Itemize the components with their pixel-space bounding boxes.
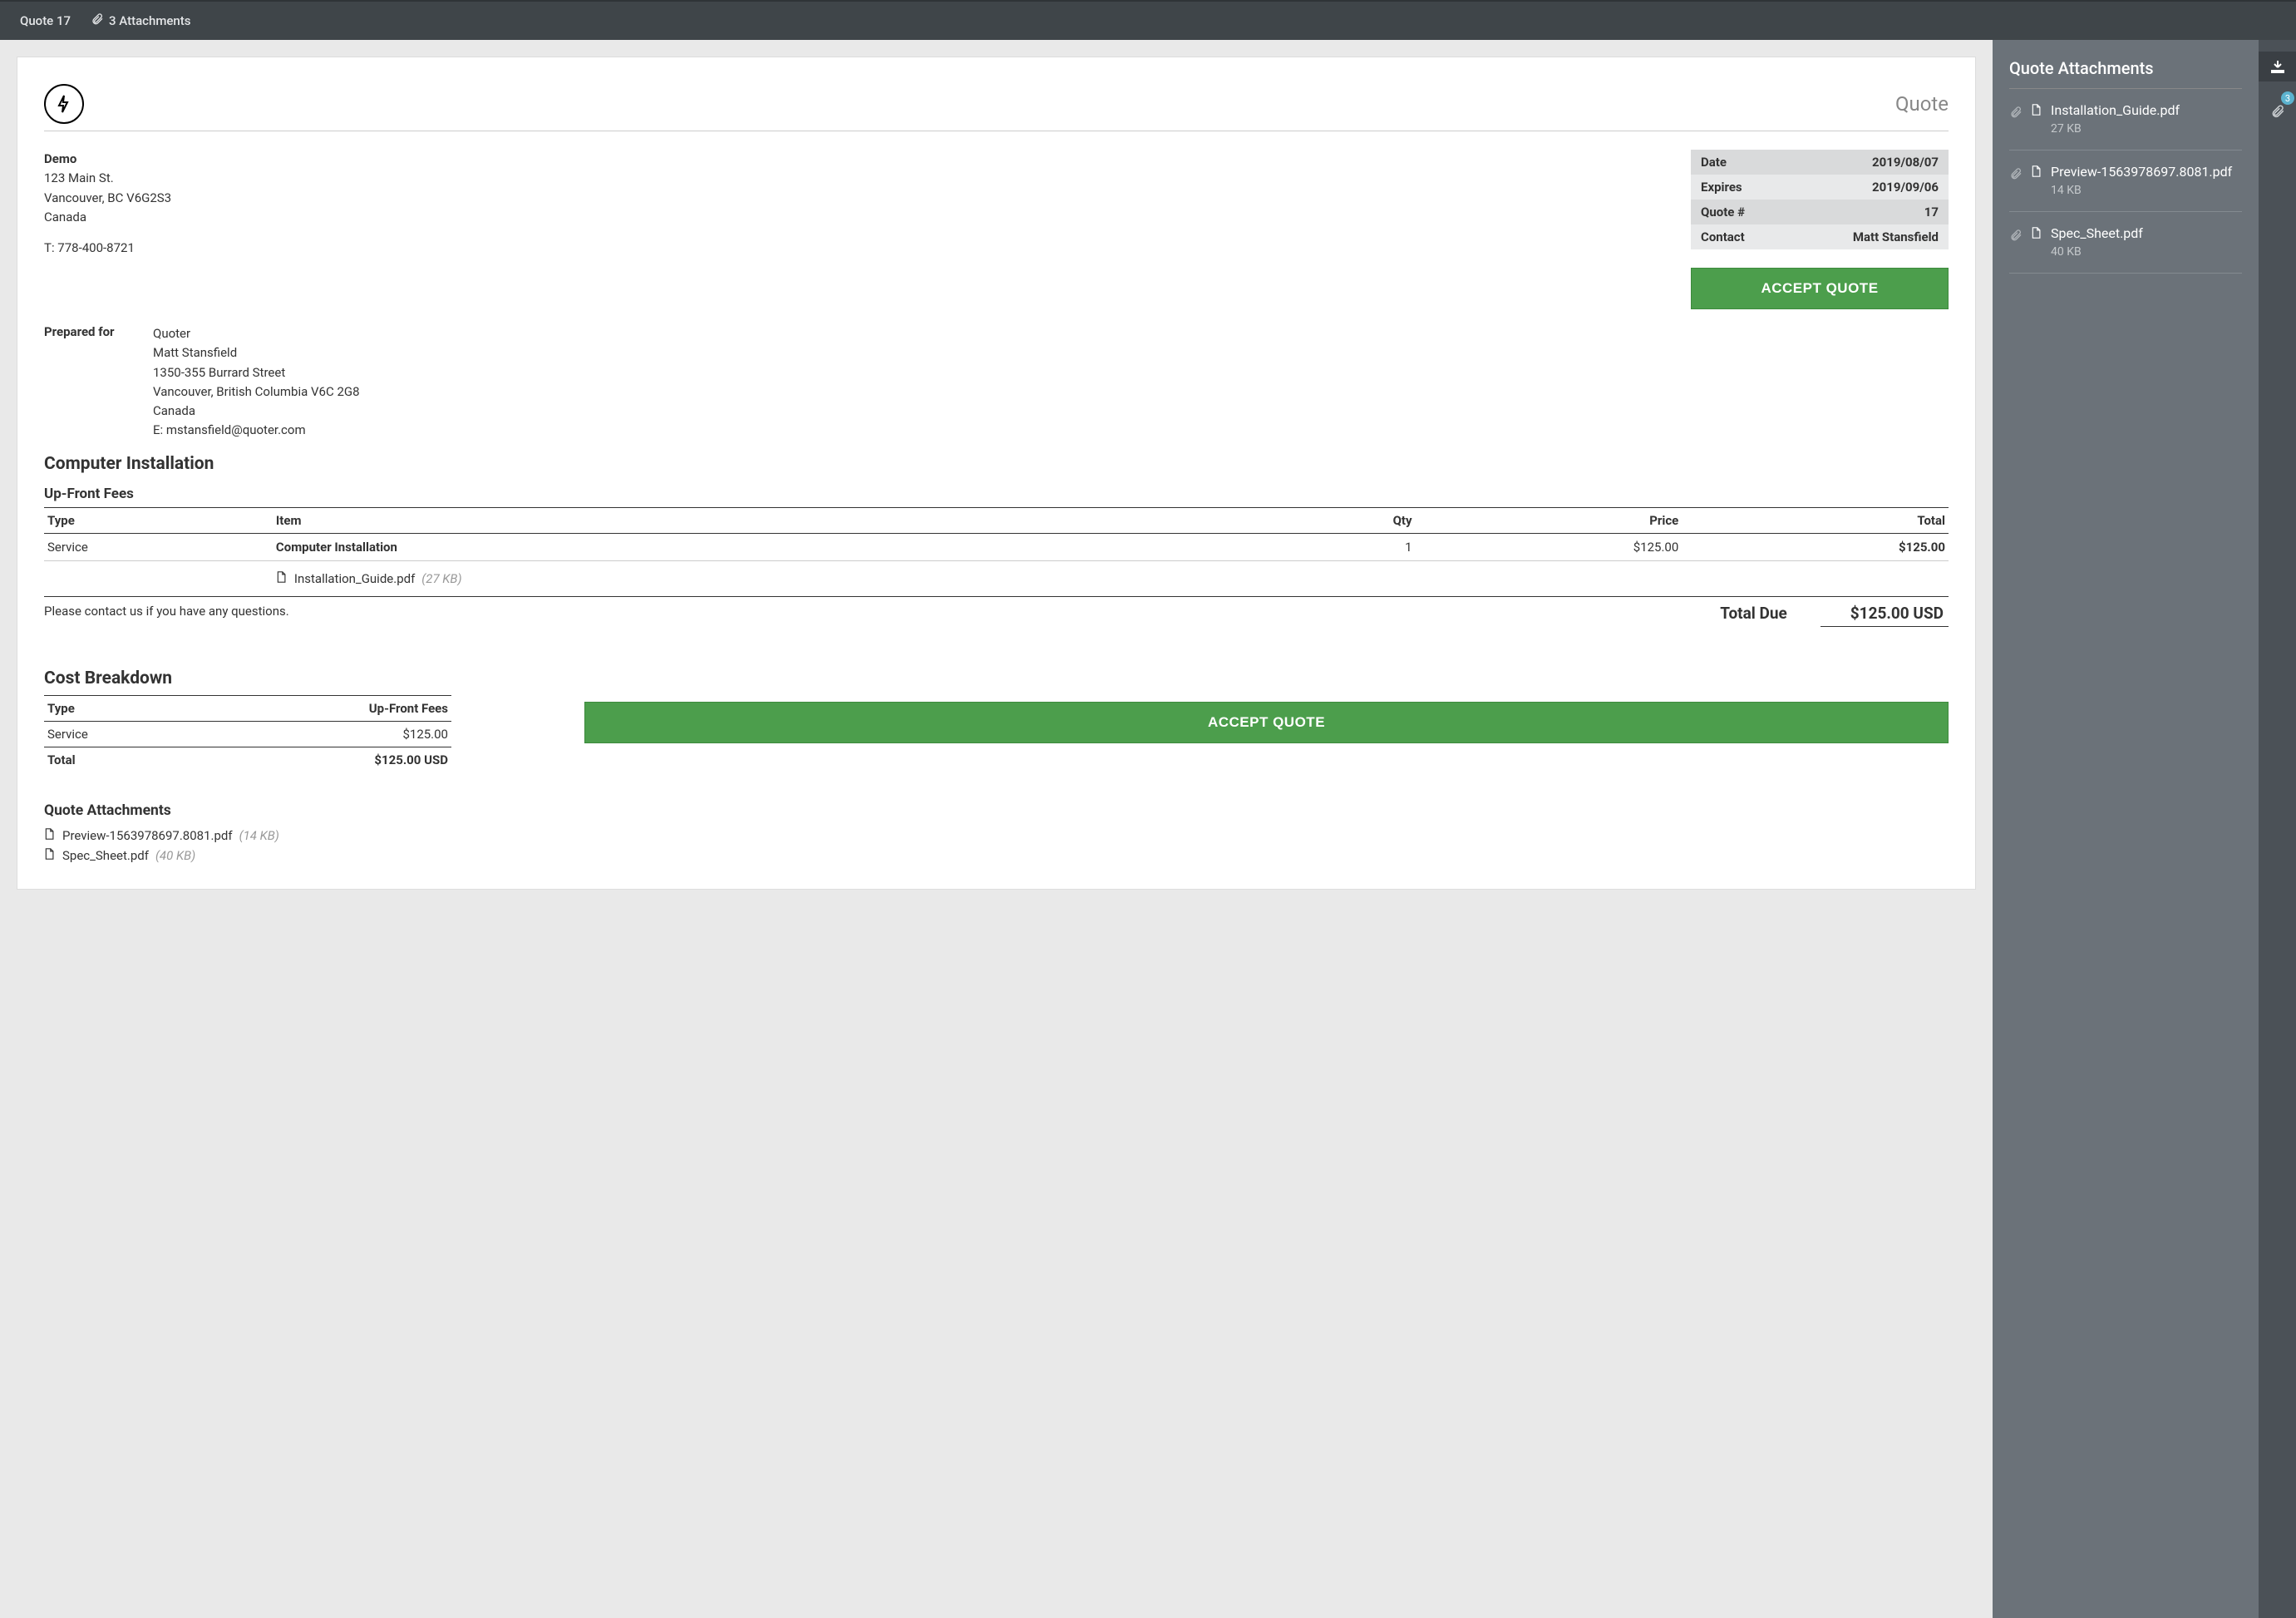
- section-title: Computer Installation: [44, 454, 1949, 474]
- file-pdf-icon: [2031, 226, 2042, 243]
- quote-title: Quote 17: [20, 13, 71, 28]
- line-items-table: Type Item Qty Price Total Service Comput…: [44, 507, 1949, 597]
- sidebar-title: Quote Attachments: [2009, 58, 2242, 89]
- sidebar-attachment-item[interactable]: Installation_Guide.pdf 27 KB: [2009, 89, 2242, 150]
- attachment-link[interactable]: Preview-1563978697.8081.pdf (14 KB): [44, 826, 1949, 846]
- sidebar-attachment-item[interactable]: Preview-1563978697.8081.pdf 14 KB: [2009, 150, 2242, 212]
- cost-breakdown-title: Cost Breakdown: [44, 668, 451, 688]
- attachments-rail-button[interactable]: 3: [2259, 96, 2296, 126]
- quote-meta-table: Date2019/08/07 Expires2019/09/06 Quote #…: [1691, 150, 1949, 249]
- document-attachments-section: Quote Attachments Preview-1563978697.808…: [44, 802, 1949, 866]
- attachments-sidebar: Quote Attachments Installation_Guide.pdf…: [1993, 40, 2296, 1618]
- paperclip-icon: [91, 12, 104, 29]
- attachment-link[interactable]: Spec_Sheet.pdf (40 KB): [44, 846, 1949, 866]
- contact-note: Please contact us if you have any questi…: [44, 604, 1720, 619]
- prepared-for-block: Prepared for Quoter Matt Stansfield 1350…: [44, 324, 1949, 441]
- document-type-label: Quote: [1895, 92, 1949, 116]
- prepared-for-label: Prepared for: [44, 324, 123, 441]
- sender-phone: T: 778-400-8721: [44, 239, 1658, 258]
- table-row: Service Computer Installation 1 $125.00 …: [44, 533, 1949, 560]
- file-pdf-icon: [44, 847, 56, 864]
- file-pdf-icon: [2031, 103, 2042, 120]
- cost-breakdown-table: Type Up-Front Fees Service$125.00 Total$…: [44, 695, 451, 772]
- line-attachment-link[interactable]: Installation_Guide.pdf (27 KB): [276, 567, 1945, 590]
- sender-address: Demo 123 Main St. Vancouver, BC V6G2S3 C…: [44, 150, 1658, 309]
- sender-name: Demo: [44, 150, 1658, 169]
- accept-quote-button[interactable]: ACCEPT QUOTE: [584, 702, 1949, 743]
- paperclip-icon: [2009, 229, 2023, 245]
- paperclip-icon: [2009, 106, 2023, 122]
- company-logo: [44, 84, 84, 124]
- cost-total-row: Total$125.00 USD: [44, 747, 451, 772]
- line-item-attachment-row: Installation_Guide.pdf (27 KB): [44, 560, 1949, 596]
- attachments-count-label: 3 Attachments: [109, 13, 190, 28]
- upfront-fees-heading: Up-Front Fees: [44, 486, 1949, 502]
- total-due: Total Due $125.00 USD: [1720, 604, 1949, 630]
- quote-document: Quote Demo 123 Main St. Vancouver, BC V6…: [17, 57, 1976, 890]
- total-due-amount: $125.00 USD: [1821, 604, 1949, 627]
- topbar: Quote 17 3 Attachments: [0, 0, 2296, 40]
- total-due-label: Total Due: [1720, 604, 1787, 627]
- file-pdf-icon: [2031, 165, 2042, 181]
- attachments-heading: Quote Attachments: [44, 802, 1949, 819]
- sidebar-attachment-item[interactable]: Spec_Sheet.pdf 40 KB: [2009, 212, 2242, 274]
- sidebar-rail: 3: [2259, 40, 2296, 1618]
- file-pdf-icon: [44, 827, 56, 844]
- file-pdf-icon: [276, 570, 288, 587]
- attachments-badge: 3: [2281, 91, 2294, 105]
- paperclip-icon: [2009, 167, 2023, 184]
- download-button[interactable]: [2259, 52, 2296, 81]
- table-row: Service$125.00: [44, 721, 451, 747]
- attachments-link[interactable]: 3 Attachments: [91, 12, 190, 29]
- accept-quote-button[interactable]: ACCEPT QUOTE: [1691, 268, 1949, 309]
